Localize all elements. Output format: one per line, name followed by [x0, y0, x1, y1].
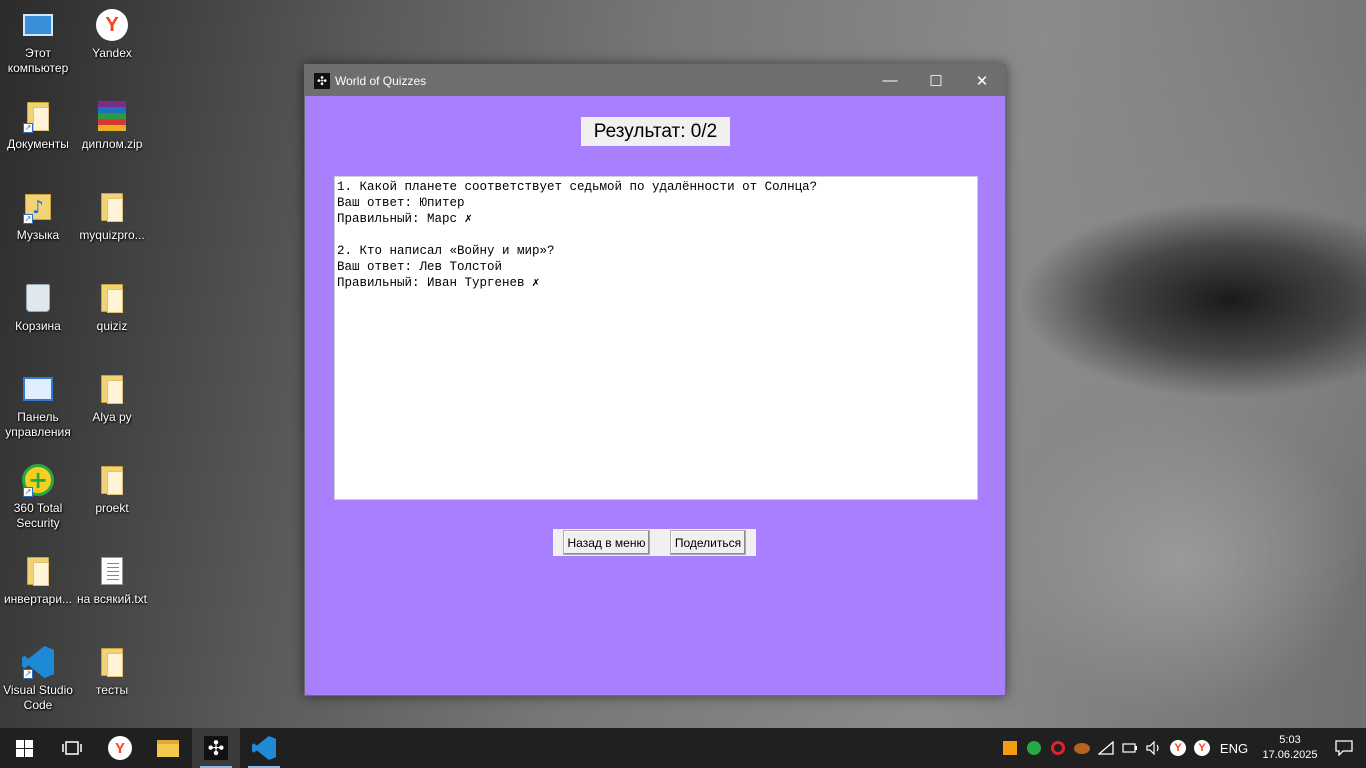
folder-icon: [21, 554, 55, 588]
desktop-icon-quiziz[interactable]: quiziz: [74, 275, 150, 334]
desktop-icon-label: Этот компьютер: [7, 46, 69, 75]
volume-icon[interactable]: [1142, 728, 1166, 768]
results-line: 2. Кто написал «Войну и мир»?: [337, 244, 555, 258]
close-button[interactable]: ✕: [959, 65, 1005, 96]
window-titlebar[interactable]: ✣ World of Quizzes — ☐ ✕: [305, 65, 1005, 96]
desktop-icon-label: Yandex: [92, 46, 132, 60]
music-folder-icon: ♪ ↗: [21, 190, 55, 224]
battery-icon[interactable]: [1118, 728, 1142, 768]
desktop-icon-label: тесты: [95, 683, 129, 697]
desktop-icon-label: Корзина: [15, 319, 61, 333]
text-file-icon: [95, 554, 129, 588]
results-line: Ваш ответ: Лев Толстой: [337, 260, 503, 274]
winrar-archive-icon: [95, 99, 129, 133]
results-line: Правильный: Иван Тургенев ✗: [337, 276, 540, 290]
desktop-icon-label: Панель управления: [5, 410, 71, 439]
desktop-icon-inventory[interactable]: инвертари...: [0, 548, 76, 607]
vscode-icon: ↗: [21, 645, 55, 679]
task-view-icon: [62, 741, 82, 755]
clock-time: 5:03: [1279, 734, 1301, 746]
desktop-icon-proekt[interactable]: proekt: [74, 457, 150, 516]
taskbar: Y ✣ Y Y ENG 5:03 17.06.2025: [0, 728, 1366, 768]
share-button[interactable]: Поделиться: [670, 530, 746, 555]
folder-icon: [95, 645, 129, 679]
taskbar-vscode[interactable]: [240, 728, 288, 768]
speaker-icon: [1146, 741, 1159, 755]
yandex-tray-icon-2[interactable]: Y: [1190, 728, 1214, 768]
language-indicator[interactable]: ENG: [1214, 728, 1254, 768]
desktop-icon-myquizpro[interactable]: myquizpro...: [74, 184, 150, 243]
desktop-icon-label: на всякий.txt: [76, 592, 148, 606]
taskbar-world-of-quizzes[interactable]: ✣: [192, 728, 240, 768]
results-text-area[interactable]: 1. Какой планете соответствует седьмой п…: [334, 176, 978, 500]
360-security-icon: + ↗: [21, 463, 55, 497]
desktop-icon-diplom-zip[interactable]: диплом.zip: [74, 93, 150, 152]
folder-icon: [95, 463, 129, 497]
desktop-icon-label: Музыка: [16, 228, 60, 242]
desktop-icon-control-panel[interactable]: Панель управления: [0, 366, 76, 440]
desktop-icon-vscode[interactable]: ↗ Visual Studio Code: [0, 639, 76, 713]
results-line: Ваш ответ: Юпитер: [337, 196, 465, 210]
taskbar-yandex[interactable]: Y: [96, 728, 144, 768]
action-center-button[interactable]: [1322, 740, 1366, 756]
media-player-tray-icon[interactable]: [998, 728, 1022, 768]
desktop-icon-documents[interactable]: ↗ Документы: [0, 93, 76, 152]
window-title: World of Quizzes: [335, 73, 427, 88]
yandex-browser-icon: Y: [95, 8, 129, 42]
control-panel-icon: [21, 372, 55, 406]
desktop-icon-label: Visual Studio Code: [3, 683, 73, 712]
file-explorer-icon: [157, 739, 179, 757]
desktop-icon-360-security[interactable]: + ↗ 360 Total Security: [0, 457, 76, 531]
battery-charging-icon: [1122, 743, 1137, 753]
computer-icon: [21, 8, 55, 42]
maximize-button[interactable]: ☐: [913, 65, 959, 96]
app-tray-icon[interactable]: [1070, 728, 1094, 768]
yandex-tray-icon[interactable]: Y: [1166, 728, 1190, 768]
clock[interactable]: 5:03 17.06.2025: [1258, 733, 1322, 763]
start-button[interactable]: [0, 728, 48, 768]
desktop-icon-label: инвертари...: [3, 592, 73, 606]
desktop-icon-yandex[interactable]: Y Yandex: [74, 2, 150, 61]
result-score-label: Результат: 0/2: [581, 117, 730, 146]
desktop-icon-label: Alya py: [92, 410, 132, 424]
quiz-app-icon: ✣: [204, 736, 228, 760]
360-security-tray-icon[interactable]: [1022, 728, 1046, 768]
back-to-menu-button[interactable]: Назад в меню: [563, 530, 650, 555]
desktop-icon-label: quiziz: [96, 319, 128, 333]
desktop-icon-testy[interactable]: тесты: [74, 639, 150, 698]
desktop-icon-label: proekt: [95, 501, 129, 515]
quiz-window: ✣ World of Quizzes — ☐ ✕ Результат: 0/2 …: [304, 64, 1006, 696]
desktop-icon-na-vsyakiy-txt[interactable]: на всякий.txt: [74, 548, 150, 607]
app-icon: ✣: [314, 72, 330, 89]
wifi-signal-icon: [1098, 741, 1114, 755]
button-frame: Назад в меню Поделиться: [553, 529, 756, 556]
folder-icon: [95, 190, 129, 224]
desktop-icon-label: Документы: [7, 137, 69, 151]
results-line: [337, 227, 975, 243]
opera-tray-icon[interactable]: [1046, 728, 1070, 768]
documents-folder-icon: ↗: [21, 99, 55, 133]
desktop-icon-label: myquizpro...: [79, 228, 145, 242]
notification-icon: [1335, 740, 1353, 756]
task-view-button[interactable]: [48, 728, 96, 768]
wifi-icon[interactable]: [1094, 728, 1118, 768]
recycle-bin-icon: [21, 281, 55, 315]
results-line: 1. Какой планете соответствует седьмой п…: [337, 180, 818, 194]
desktop-icon-label: диплом.zip: [81, 137, 143, 151]
yandex-browser-icon: Y: [108, 736, 132, 760]
clock-date: 17.06.2025: [1262, 749, 1318, 761]
windows-logo-icon: [15, 739, 33, 757]
system-tray: Y Y ENG 5:03 17.06.2025: [998, 728, 1366, 768]
folder-icon: [95, 372, 129, 406]
desktop-icon-label: 360 Total Security: [13, 501, 63, 530]
folder-icon: [95, 281, 129, 315]
desktop-icon-this-pc[interactable]: Этот компьютер: [0, 2, 76, 76]
desktop-icon-recycle-bin[interactable]: Корзина: [0, 275, 76, 334]
desktop-icon-music[interactable]: ♪ ↗ Музыка: [0, 184, 76, 243]
desktop-icon-alya-py[interactable]: Alya py: [74, 366, 150, 425]
minimize-button[interactable]: —: [867, 65, 913, 96]
results-line: Правильный: Марс ✗: [337, 212, 473, 226]
vscode-icon: [252, 736, 276, 760]
taskbar-file-explorer[interactable]: [144, 728, 192, 768]
